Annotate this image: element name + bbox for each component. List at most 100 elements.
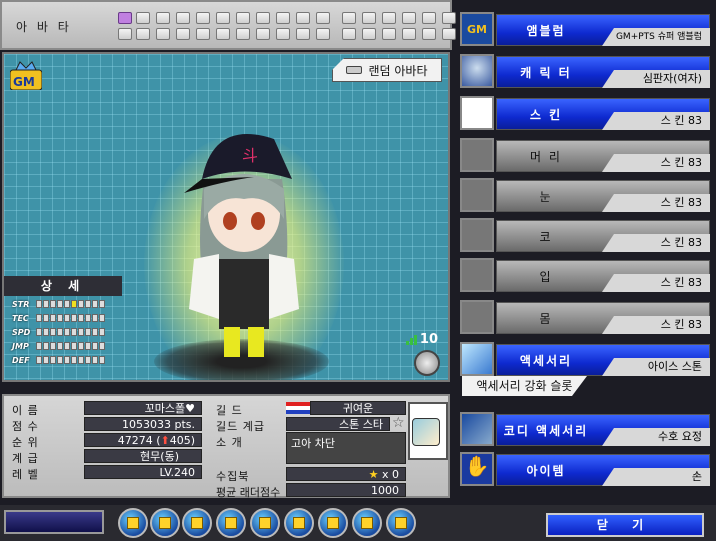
avatar-slot[interactable]	[402, 28, 416, 40]
menu-item-icon	[460, 258, 494, 292]
avatar-slot[interactable]	[382, 28, 396, 40]
rotate-avatar-button[interactable]	[414, 350, 440, 376]
toolbar-tool-button[interactable]	[182, 508, 212, 538]
avatar-slot[interactable]	[136, 28, 150, 40]
star-icon: ☆	[392, 415, 405, 431]
name-value: 꼬마스폴♥	[84, 401, 202, 415]
menu-item-icon: GM	[460, 12, 494, 46]
avatar-slot[interactable]	[196, 12, 210, 24]
tool-icon	[327, 517, 339, 529]
avatar-slot[interactable]	[342, 28, 356, 40]
stat-cell	[57, 300, 63, 308]
menu-item[interactable]: 눈 스 킨 83	[458, 176, 712, 214]
signal-value: 10	[419, 332, 438, 347]
guild-rank-label: 길드 계급	[216, 420, 265, 433]
avatar-slot[interactable]	[296, 28, 310, 40]
stat-cell	[50, 300, 56, 308]
toolbar-tool-button[interactable]	[150, 508, 180, 538]
menu-item[interactable]: 입 스 킨 83	[458, 256, 712, 294]
avatar-slot[interactable]	[236, 12, 250, 24]
menu-item[interactable]: 몸 스 킨 83	[458, 298, 712, 336]
menu-item[interactable]: 캐 릭 터 심판자(여자)	[458, 52, 712, 90]
stat-cell	[43, 300, 49, 308]
avatar-slot[interactable]	[156, 12, 170, 24]
avatar-slot[interactable]	[256, 28, 270, 40]
menu-item-icon	[460, 300, 494, 334]
avatar-slot[interactable]	[276, 12, 290, 24]
avatar-slot[interactable]	[296, 12, 310, 24]
menu-item-label: 코	[539, 230, 553, 244]
toolbar-tool-button[interactable]	[318, 508, 348, 538]
avatar-slot[interactable]	[422, 28, 436, 40]
stat-cell	[99, 342, 105, 350]
stat-label: STR	[12, 299, 30, 309]
avatar-slot[interactable]	[216, 28, 230, 40]
menu-item[interactable]: 코 스 킨 83	[458, 216, 712, 254]
stat-cell	[78, 342, 84, 350]
toolbar-tool-button[interactable]	[250, 508, 280, 538]
menu-item[interactable]: 머 리 스 킨 83	[458, 136, 712, 174]
avatar-slot[interactable]	[362, 12, 376, 24]
menu-item[interactable]: GM 앰블럼 GM+PTS 슈퍼 앰블럼	[458, 10, 712, 48]
menu-item-value: 수호 요정	[602, 428, 710, 446]
signal-indicator: 10	[405, 332, 438, 347]
stat-cell	[85, 300, 91, 308]
stat-label: DEF	[12, 355, 30, 365]
avatar-slot[interactable]	[256, 12, 270, 24]
menu-item[interactable]: ✋ 아이템 손	[458, 450, 712, 488]
menu-item-icon	[460, 96, 494, 130]
collection-star-icon: ★	[368, 468, 382, 481]
stat-cell	[43, 314, 49, 322]
toolbar-tool-button[interactable]	[216, 508, 246, 538]
tool-icon	[259, 517, 271, 529]
avatar-slot[interactable]	[176, 28, 190, 40]
avatar-slot[interactable]	[136, 12, 150, 24]
menu-item-label: 머 리	[530, 150, 562, 164]
card-image[interactable]	[412, 418, 440, 446]
detail-panel: 상 세 STR TEC SPD JMP DEF	[4, 276, 122, 380]
avatar-slot[interactable]	[316, 12, 330, 24]
menu-item-value: 스 킨 83	[602, 234, 710, 252]
menu-item[interactable]: 코디 액세서리 수호 요정	[458, 410, 712, 448]
menu-item[interactable]: 액세서리 아이스 스톤	[458, 340, 712, 378]
close-button[interactable]: 닫 기	[546, 513, 704, 537]
random-avatar-button[interactable]: 랜덤 아바타	[332, 58, 442, 82]
menu-item-value: 손	[602, 468, 710, 486]
stat-cell	[57, 314, 63, 322]
avatar-slot[interactable]	[118, 28, 132, 40]
avatar-slot[interactable]	[422, 12, 436, 24]
avatar-slot[interactable]	[276, 28, 290, 40]
avatar-slot[interactable]	[196, 28, 210, 40]
avatar-slot[interactable]	[176, 12, 190, 24]
avatar-slot[interactable]	[118, 12, 132, 24]
signal-icon	[405, 334, 417, 345]
stat-cell	[71, 356, 77, 364]
stat-cell	[99, 300, 105, 308]
stat-cell	[57, 356, 63, 364]
toolbar-tool-button[interactable]	[386, 508, 416, 538]
tool-icon	[293, 517, 305, 529]
avatar-slot[interactable]	[342, 12, 356, 24]
avatar-slot[interactable]	[402, 12, 416, 24]
stat-cell	[50, 328, 56, 336]
stat-cell	[71, 314, 77, 322]
avatar-slot[interactable]	[382, 12, 396, 24]
toolbar-tool-button[interactable]	[118, 508, 148, 538]
avatar-slot[interactable]	[236, 28, 250, 40]
tool-icon	[127, 517, 139, 529]
menu-item[interactable]: 스 킨 스 킨 83	[458, 94, 712, 132]
tool-icon	[191, 517, 203, 529]
avatar-slot[interactable]	[316, 28, 330, 40]
menu-item-label: 캐 릭 터	[520, 66, 572, 80]
toolbar-tool-button[interactable]	[284, 508, 314, 538]
avatar-slot[interactable]	[156, 28, 170, 40]
toolbar-tool-button[interactable]	[352, 508, 382, 538]
avatar-slot[interactable]	[442, 28, 456, 40]
avatar-slot[interactable]	[362, 28, 376, 40]
avatar-slot[interactable]	[216, 12, 230, 24]
score-value: 1053033 pts.	[84, 417, 202, 431]
menu-item-label: 스 킨	[529, 108, 563, 122]
stat-cell	[50, 314, 56, 322]
avatar-slot[interactable]	[442, 12, 456, 24]
profile-info-panel: 이 름 꼬마스폴♥ 점 수 1053033 pts. 순 위 47274 (⬆4…	[2, 394, 450, 499]
